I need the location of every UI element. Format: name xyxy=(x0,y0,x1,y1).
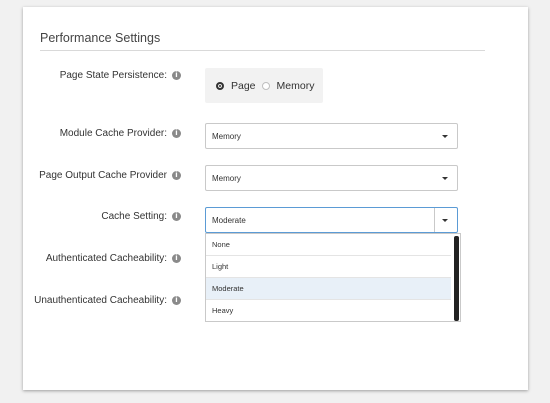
dropdown-option-heavy[interactable]: Heavy xyxy=(206,300,451,322)
module-cache-value: Memory xyxy=(212,131,241,141)
info-icon[interactable]: i xyxy=(172,254,181,263)
cache-setting-label-row: Cache Setting: i xyxy=(101,211,181,222)
page-state-label-row: Page State Persistence: i xyxy=(60,70,181,81)
page-state-label: Page State Persistence: xyxy=(59,70,167,81)
cache-setting-label: Cache Setting: xyxy=(101,211,167,222)
radio-option-memory[interactable]: Memory xyxy=(261,80,315,92)
module-cache-label: Module Cache Provider: xyxy=(59,128,167,139)
auth-cacheability-label: Authenticated Cacheability: xyxy=(45,253,167,264)
chevron-down-icon[interactable] xyxy=(442,177,448,180)
module-cache-select[interactable]: Memory xyxy=(205,123,458,149)
settings-panel xyxy=(23,7,528,390)
dropdown-option-moderate[interactable]: Moderate xyxy=(206,278,451,300)
section-title: Performance Settings xyxy=(40,31,161,45)
radio-option-label[interactable]: Page xyxy=(231,80,256,92)
page-output-cache-value: Memory xyxy=(212,173,241,183)
info-icon[interactable]: i xyxy=(172,71,181,80)
module-cache-label-row: Module Cache Provider: i xyxy=(60,128,181,139)
dropdown-scrollbar[interactable] xyxy=(454,236,459,321)
page-output-cache-select[interactable]: Memory xyxy=(205,165,458,191)
dropdown-option-light[interactable]: Light xyxy=(206,256,451,278)
auth-cacheability-label-row: Authenticated Cacheability: i xyxy=(46,253,181,264)
cache-setting-dropdown: None Light Moderate Heavy xyxy=(205,233,461,322)
cache-setting-value: Moderate xyxy=(212,215,246,225)
chevron-down-icon[interactable] xyxy=(442,135,448,138)
cache-setting-select[interactable]: Moderate xyxy=(205,207,458,233)
unauth-cacheability-label-row: Unauthenticated Cacheability: i xyxy=(34,295,181,306)
info-icon[interactable]: i xyxy=(172,129,181,138)
radio-option-page[interactable]: Page xyxy=(216,80,256,92)
unauth-cacheability-label: Unauthenticated Cacheability: xyxy=(34,295,167,306)
page-output-cache-label-row: Page Output Cache Provider i xyxy=(39,170,181,181)
chevron-down-icon[interactable] xyxy=(442,219,448,222)
radio-unselected-icon[interactable] xyxy=(261,81,270,90)
info-icon[interactable]: i xyxy=(172,171,181,180)
info-icon[interactable]: i xyxy=(172,212,181,221)
dropdown-option-none[interactable]: None xyxy=(206,234,451,256)
page-state-radio-group: Page Memory xyxy=(205,68,323,103)
info-icon[interactable]: i xyxy=(172,296,181,305)
select-divider xyxy=(434,208,435,232)
radio-selected-icon[interactable] xyxy=(216,81,224,90)
radio-option-label[interactable]: Memory xyxy=(277,80,315,92)
section-divider xyxy=(40,50,485,51)
page-output-cache-label: Page Output Cache Provider xyxy=(39,170,167,181)
